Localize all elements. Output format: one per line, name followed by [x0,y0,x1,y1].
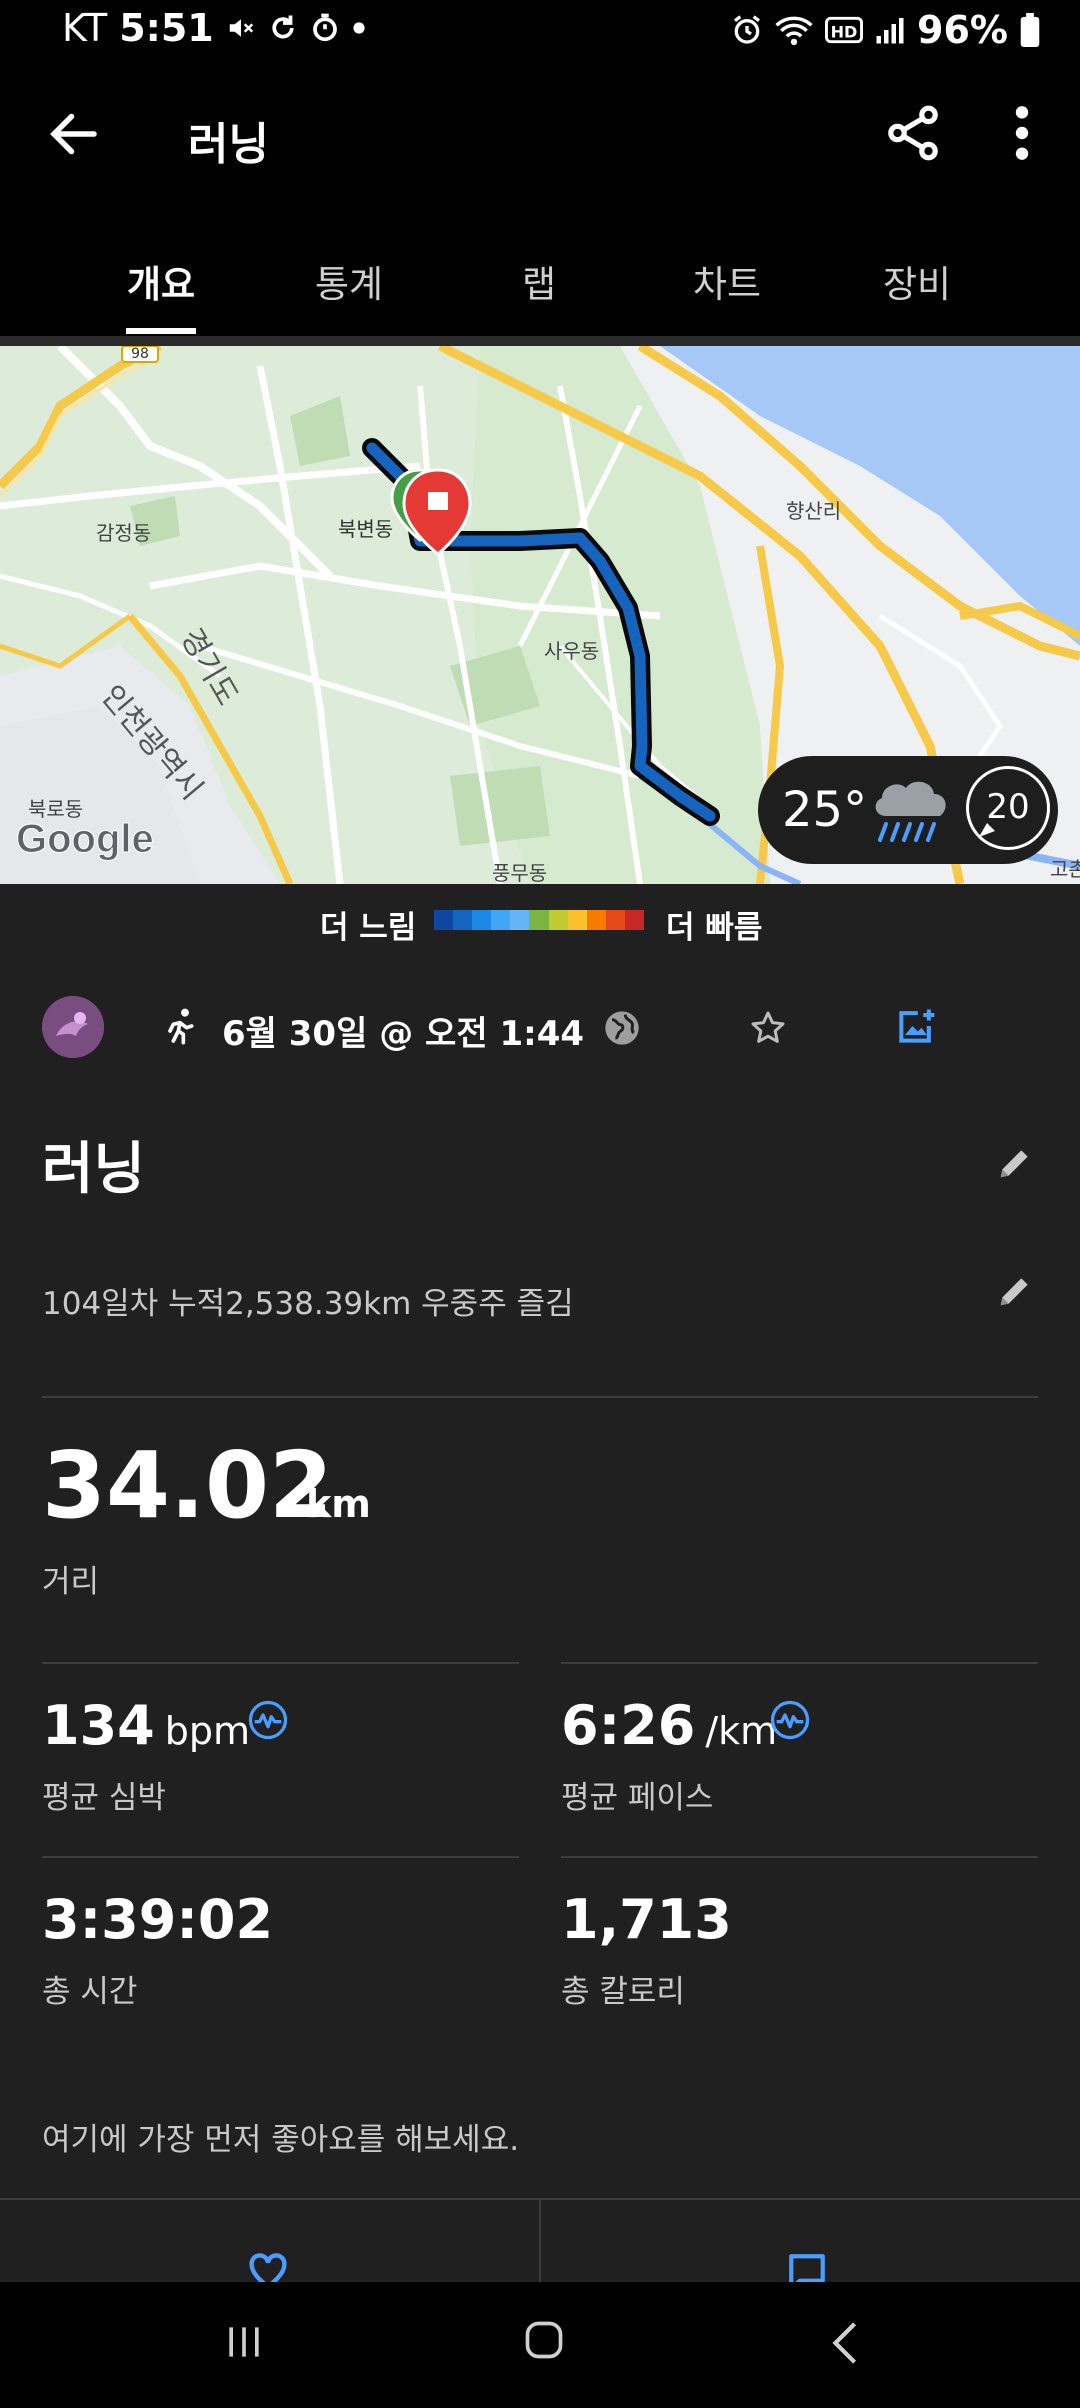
calories-label: 총 칼로리 [561,1974,685,2010]
weather-chip: 25° 20 [758,756,1058,864]
app-bar: 러닝 [0,64,1080,214]
avatar[interactable] [42,996,104,1058]
map-label-pungmu: 풍무동 [492,861,547,884]
edit-title-icon[interactable] [996,1144,1034,1182]
map-label-hyangsan: 향산리 [786,499,841,523]
battery-percent: 96% [917,8,1008,52]
activity-details: 6월 30일 @ 오전 1:44 러닝 104일차 누적2,538.39km 우… [0,984,1080,2290]
more-vert-icon[interactable] [1000,102,1044,164]
heart-rate-stat: 134 bpm [42,1694,250,1757]
carrier: KT [62,6,108,50]
svg-text:HD: HD [831,22,858,41]
avatar-image [42,996,104,1058]
battery-icon [1020,13,1040,47]
pace-color-segment [548,910,568,930]
rain-cloud-icon [875,781,946,842]
hd-icon: HD [825,16,864,44]
back-arrow-icon[interactable] [44,104,104,164]
clock: 5:51 [119,6,214,50]
system-nav-bar [0,2282,1080,2408]
heart-rate-zone-icon[interactable] [248,1700,288,1740]
add-photo-icon[interactable] [894,1004,938,1048]
alarm-icon [734,15,761,44]
recent-apps-icon[interactable] [222,2320,266,2364]
status-bar: KT 5:51 HD 96% [0,0,1080,64]
distance-value: 34.02 [42,1432,334,1539]
heart-rate-unit: bpm [164,1709,250,1753]
pace-unit: /km [705,1709,778,1753]
pace-color-segment [586,910,606,930]
total-time-label: 총 시간 [42,1974,138,2010]
wind-direction-icon [979,823,995,837]
social-actions [0,2198,1080,2290]
status-left: KT 5:51 [62,6,366,50]
weather-temp: 25° [782,782,868,838]
map-label-edge: 고촌 [1050,857,1080,881]
pace-color-bar [434,910,645,930]
divider [42,1856,519,1858]
wifi-icon [775,16,813,46]
nav-back-icon[interactable] [830,2320,860,2366]
pace-color-segment [510,910,530,930]
tab-divider [0,336,1080,346]
home-icon[interactable] [522,2318,566,2362]
tab-laps[interactable]: 랩 [444,254,634,308]
pace-legend: 더 느림 더 빠름 [0,884,1080,984]
divider [561,1856,1038,1858]
active-tab-indicator [126,328,196,334]
pace-color-segment [567,910,587,930]
pace-color-segment [529,910,549,930]
legend-fast-label: 더 빠름 [666,910,763,946]
dot-icon [353,22,365,34]
divider [539,2200,541,2284]
edit-description-icon[interactable] [996,1272,1034,1310]
tab-overview[interactable]: 개요 [66,254,256,308]
running-icon [168,1008,194,1045]
divider [561,1662,1038,1664]
tab-charts[interactable]: 차트 [632,254,822,308]
google-logo: Google [16,817,154,861]
sync-icon [272,15,294,39]
share-icon[interactable] [882,102,944,164]
pace-value: 6:26 [561,1694,696,1757]
divider [42,1662,519,1664]
legend-slow-label: 더 느림 [320,910,417,946]
map-label-bukbyeon: 북변동 [338,517,393,541]
pace-color-segment [472,910,492,930]
tab-stats[interactable]: 통계 [254,254,444,308]
pace-color-segment [624,910,645,930]
signal-icon [876,18,904,44]
pace-color-segment [453,910,473,930]
pace-label: 평균 페이스 [561,1780,714,1816]
pace-stat: 6:26/km [561,1694,777,1757]
road-badge: 98 [131,346,149,362]
activity-meta-row: 6월 30일 @ 오전 1:44 [0,984,1080,1074]
divider [42,1396,1038,1398]
pace-color-segment [434,910,454,930]
map-label-sau: 사우동 [544,639,599,663]
distance-unit: km [306,1482,371,1526]
heart-rate-value: 134 [42,1694,155,1757]
heart-rate-label: 평균 심박 [42,1780,166,1816]
like-prompt: 여기에 가장 먼저 좋아요를 해보세요. [42,2122,520,2158]
calories-value: 1,713 [561,1888,732,1951]
globe-privacy-icon[interactable] [602,1008,642,1048]
timer-icon [312,13,337,42]
pace-zone-icon[interactable] [770,1700,810,1740]
activity-description: 104일차 누적2,538.39km 우중주 즐김 [42,1286,574,1322]
activity-title: 러닝 [42,1137,146,1202]
mute-icon [229,19,253,37]
tab-bar: 개요 통계 랩 차트 장비 [0,214,1080,336]
wind-speed-badge: 20 [966,766,1050,850]
status-right: HD 96% [731,8,1040,52]
star-icon[interactable] [748,1008,788,1048]
map-label-gamjeong: 감정동 [96,521,151,545]
pace-color-segment [491,910,511,930]
page-title: 러닝 [188,119,269,170]
distance-label: 거리 [42,1564,100,1600]
total-time-value: 3:39:02 [42,1888,274,1951]
tab-gear[interactable]: 장비 [822,254,1012,308]
activity-date: 6월 30일 @ 오전 1:44 [222,1014,585,1054]
pace-color-segment [605,910,625,930]
